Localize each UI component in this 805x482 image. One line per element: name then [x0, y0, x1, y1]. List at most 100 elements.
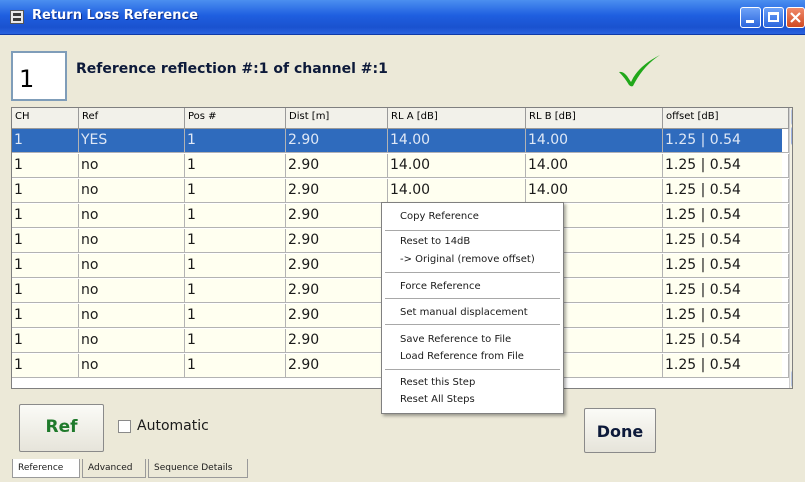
cell-pos: 1 — [185, 354, 286, 378]
cell-pos: 1 — [185, 254, 286, 278]
menu-separator — [385, 272, 560, 273]
cell-dist: 2.90 — [286, 129, 388, 153]
done-button[interactable]: Done — [584, 408, 656, 453]
minimize-button[interactable] — [740, 7, 761, 28]
cell-dist: 2.90 — [286, 279, 388, 303]
menu-item-copy-reference[interactable]: Copy Reference — [400, 211, 479, 222]
cell-ref: no — [79, 229, 185, 253]
vertical-scrollbar[interactable] — [789, 108, 792, 388]
cell-ref: no — [79, 204, 185, 228]
cell-offset: 1.25 | 0.54 — [663, 354, 789, 378]
menu-item-reset-14db[interactable]: Reset to 14dB — [400, 236, 470, 247]
tab-sequence-details[interactable]: Sequence Details — [148, 459, 248, 478]
column-header-ref[interactable]: Ref — [79, 108, 185, 129]
menu-item-load-reference[interactable]: Load Reference from File — [400, 351, 524, 362]
column-header-ch[interactable]: CH — [12, 108, 79, 129]
menu-item-force-reference[interactable]: Force Reference — [400, 281, 481, 292]
return-loss-reference-window: Return Loss Reference 1 Reference reflec… — [0, 0, 805, 482]
cell-offset: 1.25 | 0.54 — [663, 154, 789, 178]
column-header-offset[interactable]: offset [dB] — [663, 108, 789, 129]
cell-ch: 1 — [12, 179, 79, 203]
maximize-button[interactable] — [763, 7, 784, 28]
cell-dist: 2.90 — [286, 304, 388, 328]
cell-ch: 1 — [12, 254, 79, 278]
menu-item-reset-all-steps[interactable]: Reset All Steps — [400, 394, 475, 405]
table-row[interactable]: 1 no 1 2.90 14.00 14.00 1.25 | 0.54 — [12, 179, 789, 203]
menu-separator — [385, 324, 560, 325]
menu-item-set-manual-displacement[interactable]: Set manual displacement — [400, 307, 528, 318]
cell-ch: 1 — [12, 129, 79, 153]
automatic-checkbox[interactable] — [118, 420, 131, 433]
cell-pos: 1 — [185, 229, 286, 253]
scroll-up-button[interactable] — [791, 109, 792, 125]
menu-separator — [385, 298, 560, 299]
cell-offset: 1.25 | 0.54 — [663, 304, 789, 328]
close-button[interactable] — [786, 7, 805, 28]
cell-offset: 1.25 | 0.54 — [663, 129, 789, 153]
cell-offset: 1.25 | 0.54 — [663, 229, 789, 253]
cell-ch: 1 — [12, 154, 79, 178]
title-bar[interactable]: Return Loss Reference — [0, 0, 805, 35]
column-header-rl-a[interactable]: RL A [dB] — [388, 108, 526, 129]
reference-description: Reference reflection #:1 of channel #:1 — [76, 61, 388, 77]
cell-dist: 2.90 — [286, 204, 388, 228]
cell-pos: 1 — [185, 304, 286, 328]
table-row[interactable]: 1 no 1 2.90 14.00 14.00 1.25 | 0.54 — [12, 154, 789, 178]
step-number-field[interactable]: 1 — [11, 51, 67, 101]
scroll-down-button[interactable] — [791, 371, 792, 387]
automatic-label: Automatic — [137, 418, 209, 434]
menu-item-reset-this-step[interactable]: Reset this Step — [400, 377, 475, 388]
cell-ref: no — [79, 354, 185, 378]
cell-ref: no — [79, 154, 185, 178]
menu-item-original-remove-offset[interactable]: -> Original (remove offset) — [400, 254, 535, 265]
cell-pos: 1 — [185, 129, 286, 153]
cell-pos: 1 — [185, 329, 286, 353]
column-header-pos[interactable]: Pos # — [185, 108, 286, 129]
cell-rl-b: 14.00 — [526, 179, 663, 203]
minimize-icon — [746, 20, 754, 23]
cell-rl-a: 14.00 — [388, 129, 526, 153]
cell-pos: 1 — [185, 279, 286, 303]
cell-ref: no — [79, 304, 185, 328]
green-checkmark-icon — [619, 55, 660, 87]
table-row[interactable]: 1 YES 1 2.90 14.00 14.00 1.25 | 0.54 — [12, 129, 789, 153]
cell-ref: no — [79, 279, 185, 303]
app-icon — [10, 10, 24, 24]
cell-pos: 1 — [185, 154, 286, 178]
ref-button[interactable]: Ref — [19, 404, 104, 452]
cell-dist: 2.90 — [286, 254, 388, 278]
cell-pos: 1 — [185, 179, 286, 203]
cell-offset: 1.25 | 0.54 — [663, 329, 789, 353]
cell-ch: 1 — [12, 329, 79, 353]
cell-dist: 2.90 — [286, 229, 388, 253]
tab-advanced[interactable]: Advanced — [82, 459, 146, 478]
close-icon — [790, 12, 801, 23]
cell-ch: 1 — [12, 279, 79, 303]
cell-ref: no — [79, 329, 185, 353]
cell-rl-b: 14.00 — [526, 154, 663, 178]
cell-ch: 1 — [12, 229, 79, 253]
menu-separator — [385, 369, 560, 370]
column-header-rl-b[interactable]: RL B [dB] — [526, 108, 663, 129]
cell-offset: 1.25 | 0.54 — [663, 179, 789, 203]
cell-dist: 2.90 — [286, 179, 388, 203]
cell-ch: 1 — [12, 204, 79, 228]
scrollbar-thumb[interactable] — [791, 127, 792, 145]
tab-reference[interactable]: Reference — [12, 459, 80, 478]
menu-item-save-reference[interactable]: Save Reference to File — [400, 334, 511, 345]
menu-separator — [385, 230, 560, 231]
cell-offset: 1.25 | 0.54 — [663, 204, 789, 228]
cell-ch: 1 — [12, 304, 79, 328]
context-menu: Copy Reference Reset to 14dB -> Original… — [381, 202, 564, 414]
window-title: Return Loss Reference — [32, 8, 199, 23]
cell-ref: no — [79, 179, 185, 203]
cell-dist: 2.90 — [286, 329, 388, 353]
cell-ch: 1 — [12, 354, 79, 378]
cell-rl-a: 14.00 — [388, 179, 526, 203]
cell-offset: 1.25 | 0.54 — [663, 254, 789, 278]
cell-dist: 2.90 — [286, 354, 388, 378]
cell-rl-a: 14.00 — [388, 154, 526, 178]
table-header: CH Ref Pos # Dist [m] RL A [dB] RL B [dB… — [12, 108, 789, 129]
cell-pos: 1 — [185, 204, 286, 228]
column-header-dist[interactable]: Dist [m] — [286, 108, 388, 129]
